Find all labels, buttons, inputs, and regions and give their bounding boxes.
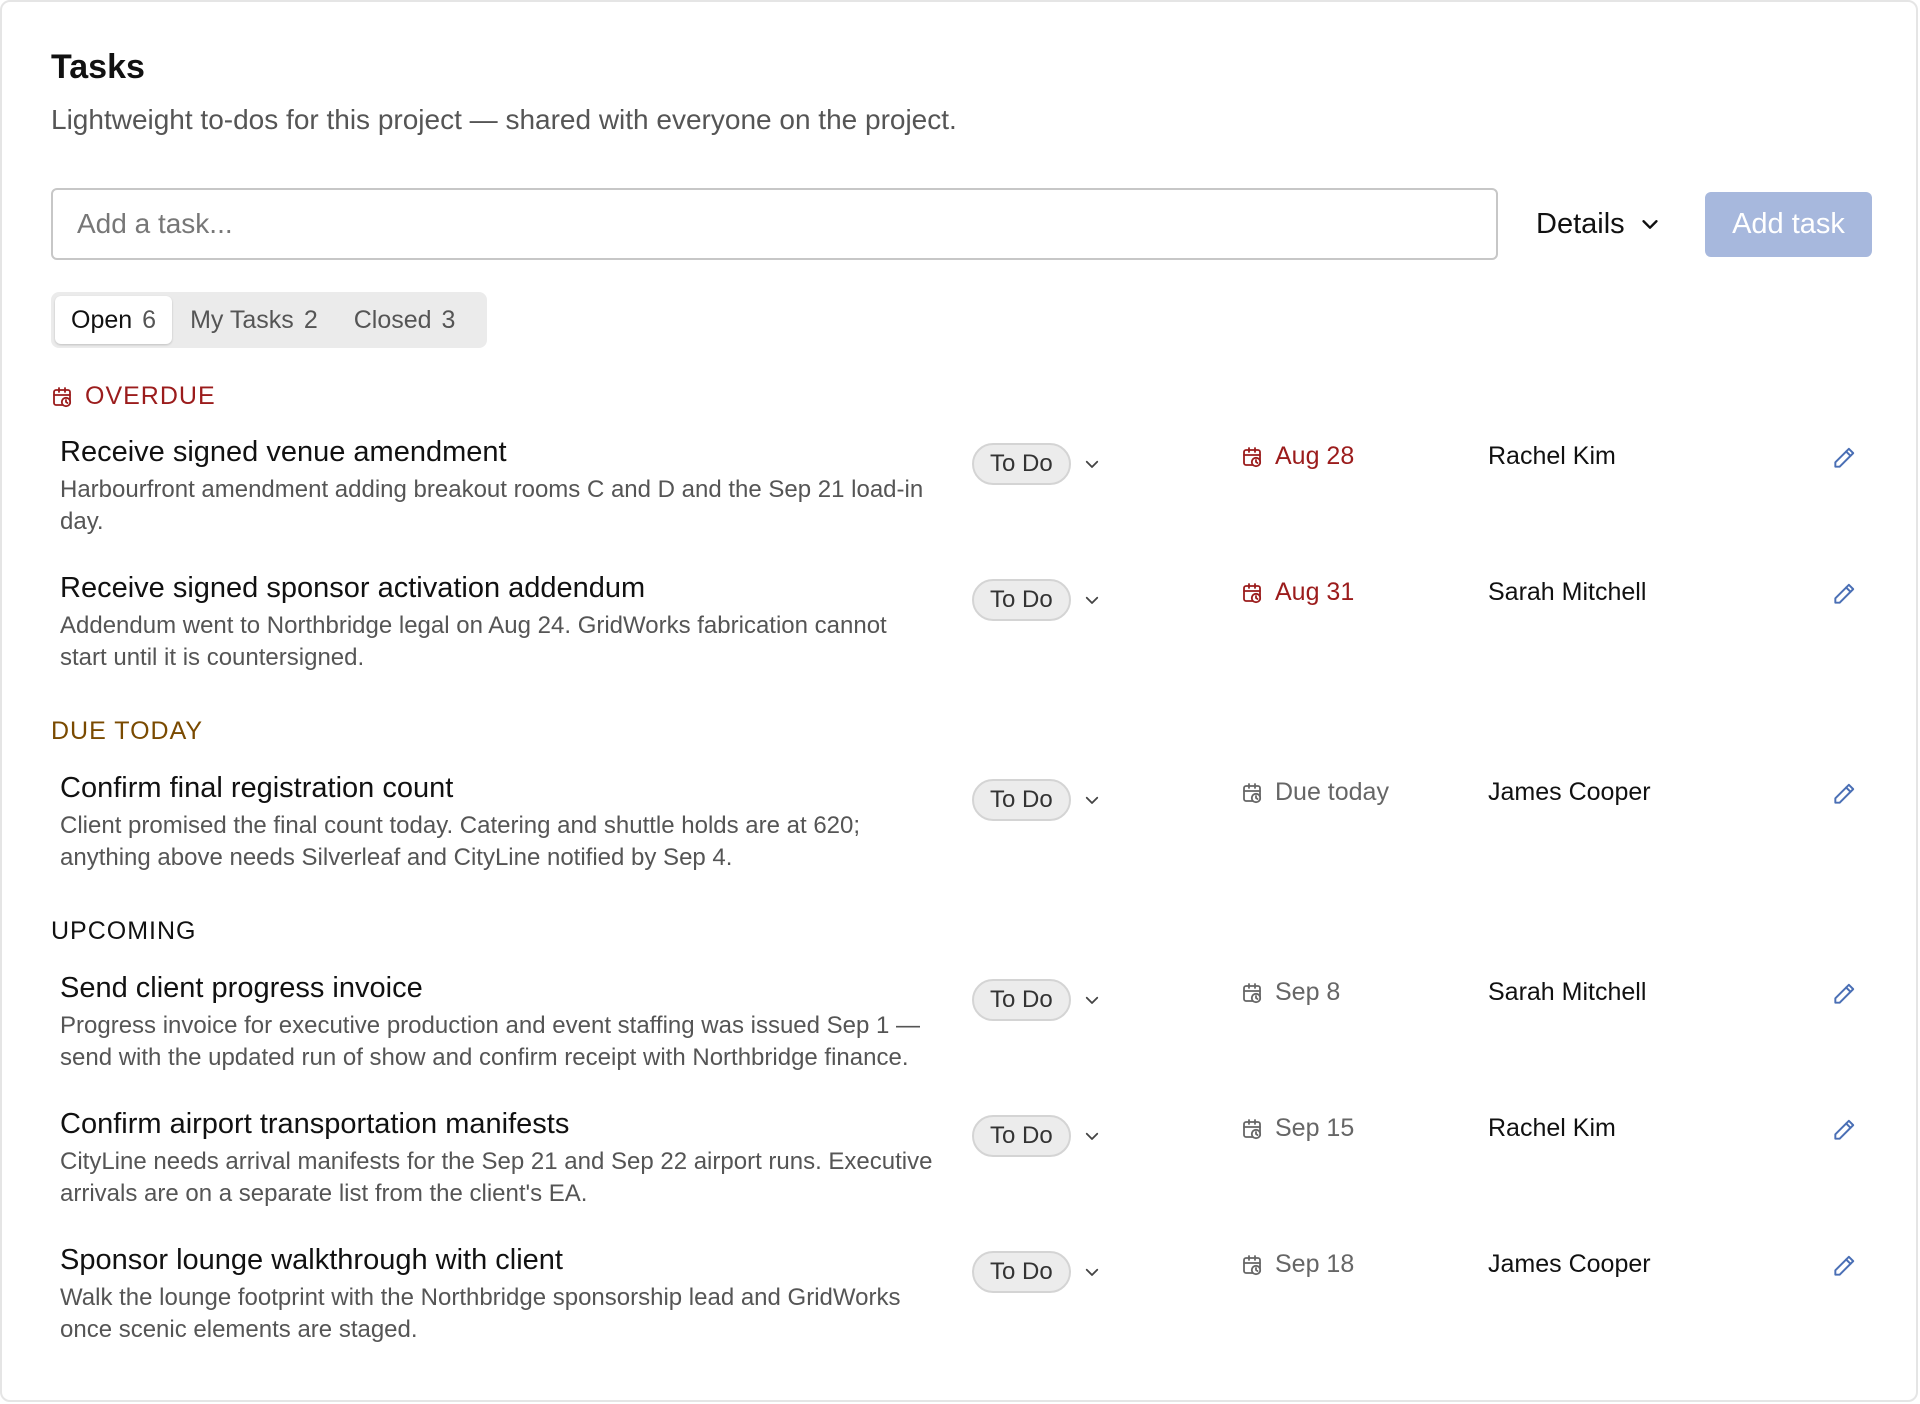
tab-count: 3 [441,305,456,334]
tab-open[interactable]: Open 6 [55,296,173,344]
section-label: OVERDUE [85,382,216,410]
pencil-icon [1834,583,1855,604]
calendar-clock-icon [1243,782,1262,803]
pencil-icon [1834,447,1855,468]
due-date-text: Due today [1275,778,1389,806]
chevron-down-icon [1642,220,1658,229]
section-label: UPCOMING [51,917,197,945]
due-date: Aug 28 [1241,442,1354,471]
status-dropdown[interactable]: To Do [972,1114,1132,1158]
task-title: Sponsor lounge walkthrough with client [60,1244,563,1276]
calendar-clock-icon [1243,582,1262,603]
due-date-text: Aug 28 [1275,442,1355,470]
tab-label: My Tasks [190,305,294,334]
task-description: CityLine needs arrival manifests for the… [60,1148,933,1207]
task-row[interactable]: Receive signed sponsor activation addend… [60,572,1872,692]
task-title: Receive signed venue amendment [60,436,507,468]
task-description: Harbourfront amendment adding breakout r… [60,476,924,535]
calendar-clock-icon [1243,982,1262,1003]
calendar-clock-icon [53,386,72,407]
chevron-down-icon [1085,460,1098,468]
task-row[interactable]: Receive signed venue amendment Harbourfr… [60,436,1872,556]
tab-label: Closed [353,305,432,334]
chevron-down-icon [1085,1268,1098,1276]
due-date-text: Sep 8 [1275,978,1341,1006]
status-badge: To Do [972,779,1071,821]
pencil-icon [1834,1119,1855,1140]
chevron-down-icon [1085,596,1098,604]
section-overdue: OVERDUE [51,382,216,411]
due-date-text: Sep 18 [1275,1250,1355,1278]
chevron-down-icon [1085,796,1098,804]
task-row[interactable]: Sponsor lounge walkthrough with client W… [60,1244,1872,1364]
task-title: Confirm airport transportation manifests [60,1108,570,1140]
calendar-clock-icon [1243,1118,1262,1139]
due-date: Due today [1241,778,1389,807]
tab-count: 6 [142,305,157,334]
chevron-down-icon [1085,996,1098,1004]
edit-task-button[interactable] [1826,776,1862,812]
calendar-clock-icon [1243,1254,1262,1275]
tab-count: 2 [303,305,318,334]
task-row[interactable]: Send client progress invoice Progress in… [60,972,1872,1092]
add-task-input[interactable] [51,188,1498,260]
section-due-today: DUE TODAY [51,717,203,746]
section-upcoming: UPCOMING [51,917,197,946]
assignee-name: Sarah Mitchell [1488,978,1647,1006]
chevron-down-icon [1085,1132,1098,1140]
status-badge: To Do [972,443,1071,485]
pencil-icon [1834,783,1855,804]
tab-closed[interactable]: Closed 3 [336,296,474,344]
task-row[interactable]: Confirm final registration count Client … [60,772,1872,892]
task-row[interactable]: Confirm airport transportation manifests… [60,1108,1872,1228]
details-label: Details [1536,207,1625,240]
pencil-icon [1834,1255,1855,1276]
assignee-name: James Cooper [1488,1250,1651,1278]
tab-label: Open [71,305,133,334]
status-dropdown[interactable]: To Do [972,778,1132,822]
task-filter-tabs: Open 6 My Tasks 2 Closed 3 [51,292,487,348]
task-description: Progress invoice for executive productio… [60,1012,921,1071]
status-badge: To Do [972,1251,1071,1293]
due-date-text: Sep 15 [1275,1114,1355,1142]
due-date: Sep 15 [1241,1114,1354,1143]
due-date: Aug 31 [1241,578,1354,607]
edit-task-button[interactable] [1826,1112,1862,1148]
pencil-icon [1834,983,1855,1004]
edit-task-button[interactable] [1826,1248,1862,1284]
status-badge: To Do [972,579,1071,621]
page-title: Tasks [51,48,145,86]
assignee-name: Sarah Mitchell [1488,578,1647,606]
edit-task-button[interactable] [1826,440,1862,476]
tab-my-tasks[interactable]: My Tasks 2 [172,296,336,344]
task-title: Send client progress invoice [60,972,423,1004]
edit-task-button[interactable] [1826,576,1862,612]
edit-task-button[interactable] [1826,976,1862,1012]
due-date-text: Aug 31 [1275,578,1355,606]
page-subtitle: Lightweight to-dos for this project — sh… [51,104,957,135]
section-label: DUE TODAY [51,717,204,745]
details-dropdown-button[interactable]: Details [1516,194,1676,254]
task-title: Receive signed sponsor activation addend… [60,572,646,604]
assignee-name: Rachel Kim [1488,1114,1616,1142]
status-badge: To Do [972,1115,1071,1157]
calendar-clock-icon [1243,446,1262,467]
assignee-name: Rachel Kim [1488,442,1616,470]
assignee-name: James Cooper [1488,778,1651,806]
task-description: Walk the lounge footprint with the North… [60,1284,901,1343]
status-dropdown[interactable]: To Do [972,978,1132,1022]
status-dropdown[interactable]: To Do [972,442,1132,486]
status-dropdown[interactable]: To Do [972,1250,1132,1294]
status-badge: To Do [972,979,1071,1021]
status-dropdown[interactable]: To Do [972,578,1132,622]
tasks-panel: Tasks Lightweight to-dos for this projec… [0,0,1918,1402]
task-title: Confirm final registration count [60,772,454,804]
task-description: Client promised the final count today. C… [60,812,861,871]
due-date: Sep 18 [1241,1250,1354,1279]
task-description: Addendum went to Northbridge legal on Au… [60,612,887,671]
due-date: Sep 8 [1241,978,1340,1007]
add-task-button[interactable]: Add task [1705,192,1872,257]
